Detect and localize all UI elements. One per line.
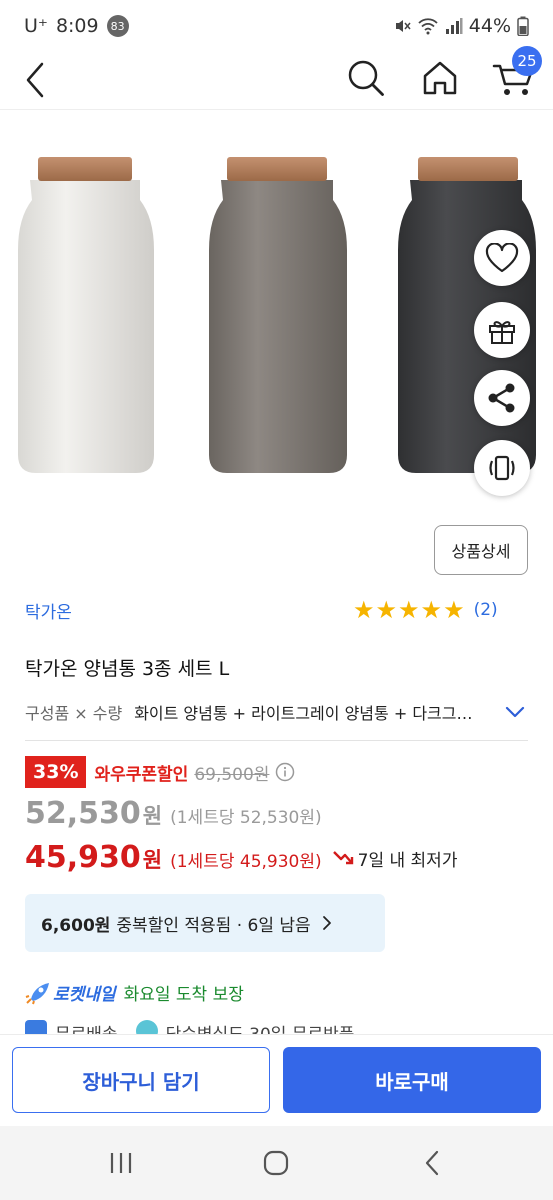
notification-badge: 83 <box>106 15 129 37</box>
buy-now-button[interactable]: 바로구매 <box>283 1047 541 1113</box>
brand-link[interactable]: 탁가온 <box>25 598 72 623</box>
sale-price-row: 52,530 원 (1세트당 52,530원) <box>25 796 322 831</box>
share-button[interactable] <box>474 370 530 426</box>
white-jar <box>18 157 154 473</box>
search-icon[interactable] <box>344 56 388 100</box>
option-value: 화이트 양념통 + 라이트그레이 양념통 + 다크그레이 양념통 <box>134 704 474 723</box>
recent-apps-icon[interactable] <box>106 1148 136 1178</box>
info-icon[interactable] <box>275 762 295 782</box>
chevron-down-icon <box>505 706 525 718</box>
sale-price: 52,530 <box>25 796 141 831</box>
discount-row: 33% 와우쿠폰할인 69,500원 <box>25 756 295 788</box>
clock: 8:09 <box>55 15 99 37</box>
star-icon: ★ <box>375 596 398 624</box>
discount-percent-badge: 33% <box>25 756 87 788</box>
rating[interactable]: ★ ★ ★ ★ ★ (2) <box>353 597 498 623</box>
status-right: 44% <box>393 15 529 37</box>
signal-icon <box>445 18 463 34</box>
carrier-label: U⁺ <box>24 15 48 37</box>
vibrate-button[interactable] <box>474 440 530 496</box>
trend-down-icon <box>332 851 353 865</box>
lowest-price-label: 7일 내 최저가 <box>357 850 458 871</box>
grey-jar <box>209 157 347 473</box>
rocket-icon <box>25 982 49 1004</box>
mute-icon <box>395 20 411 32</box>
coupon-price-per-unit: (1세트당 45,930원) <box>170 852 322 872</box>
vibrate-icon <box>489 455 515 481</box>
top-nav-bar: 25 <box>0 46 553 110</box>
back-arrow-icon[interactable] <box>18 58 58 98</box>
rocket-label: 로켓내일 <box>53 985 116 1005</box>
coupon-banner[interactable]: 6,600원 중복할인 적용됨 · 6일 남음 <box>25 894 385 952</box>
coupon-price-unit: 원 <box>142 848 163 872</box>
option-selector[interactable]: 구성품 × 수량 화이트 양념통 + 라이트그레이 양념통 + 다크그레이 양념… <box>25 699 528 725</box>
home-icon[interactable] <box>418 56 462 100</box>
original-price: 69,500원 <box>194 764 270 785</box>
system-nav-bar <box>0 1126 553 1200</box>
coupon-price: 45,930 <box>25 840 141 875</box>
heart-icon <box>485 243 519 273</box>
truck-icon <box>25 1020 47 1034</box>
wifi-icon <box>418 18 438 35</box>
battery-icon <box>517 16 529 36</box>
return-icon <box>135 1020 158 1034</box>
system-back-icon[interactable] <box>418 1148 448 1178</box>
cart-count-badge: 25 <box>512 46 542 76</box>
free-shipping-label: 무료배송 <box>55 1020 118 1034</box>
product-title: 탁가온 양념통 3종 세트 L <box>25 658 230 680</box>
battery-percent: 44% <box>468 15 511 37</box>
share-icon <box>488 383 515 413</box>
free-return-label: 단순변심도 30일 무료반품 <box>166 1020 355 1034</box>
coupon-price-row: 45,930 원 (1세트당 45,930원) 7일 내 최저가 <box>25 840 457 875</box>
sale-price-per-unit: (1세트당 52,530원) <box>170 808 322 828</box>
status-left: U⁺ 8:09 83 <box>24 15 129 37</box>
home-button-icon[interactable] <box>261 1148 291 1178</box>
wishlist-button[interactable] <box>474 230 530 286</box>
star-icon: ★ <box>443 596 465 624</box>
rocket-delivery-row: 로켓내일 화요일 도착 보장 <box>25 980 244 1005</box>
review-count: (2) <box>473 600 498 620</box>
status-bar: U⁺ 8:09 83 44% <box>0 0 553 52</box>
wow-coupon-label: 와우쿠폰할인 <box>94 764 189 785</box>
product-detail-button[interactable]: 상품상세 <box>434 525 528 575</box>
sale-price-unit: 원 <box>142 804 163 828</box>
coupon-amount: 6,600원 <box>41 915 111 936</box>
lowest-price-tag: 7일 내 최저가 <box>332 846 458 871</box>
product-image[interactable] <box>0 112 553 512</box>
option-key: 구성품 × 수량 <box>25 704 123 723</box>
chevron-right-icon <box>322 916 331 930</box>
star-icon: ★ <box>420 596 443 624</box>
coupon-text: 중복할인 적용됨 · 6일 남음 <box>116 915 311 936</box>
bottom-action-bar: 장바구니 담기 바로구매 <box>0 1034 553 1126</box>
divider <box>25 740 528 741</box>
delivery-date: 화요일 도착 보장 <box>123 985 244 1005</box>
gift-icon <box>489 321 515 344</box>
add-to-cart-button[interactable]: 장바구니 담기 <box>12 1047 270 1113</box>
gift-button[interactable] <box>474 302 530 358</box>
star-icon: ★ <box>398 596 420 624</box>
star-icon: ★ <box>353 596 375 624</box>
shipping-info-row: 무료배송 단순변심도 30일 무료반품 <box>25 1020 354 1034</box>
